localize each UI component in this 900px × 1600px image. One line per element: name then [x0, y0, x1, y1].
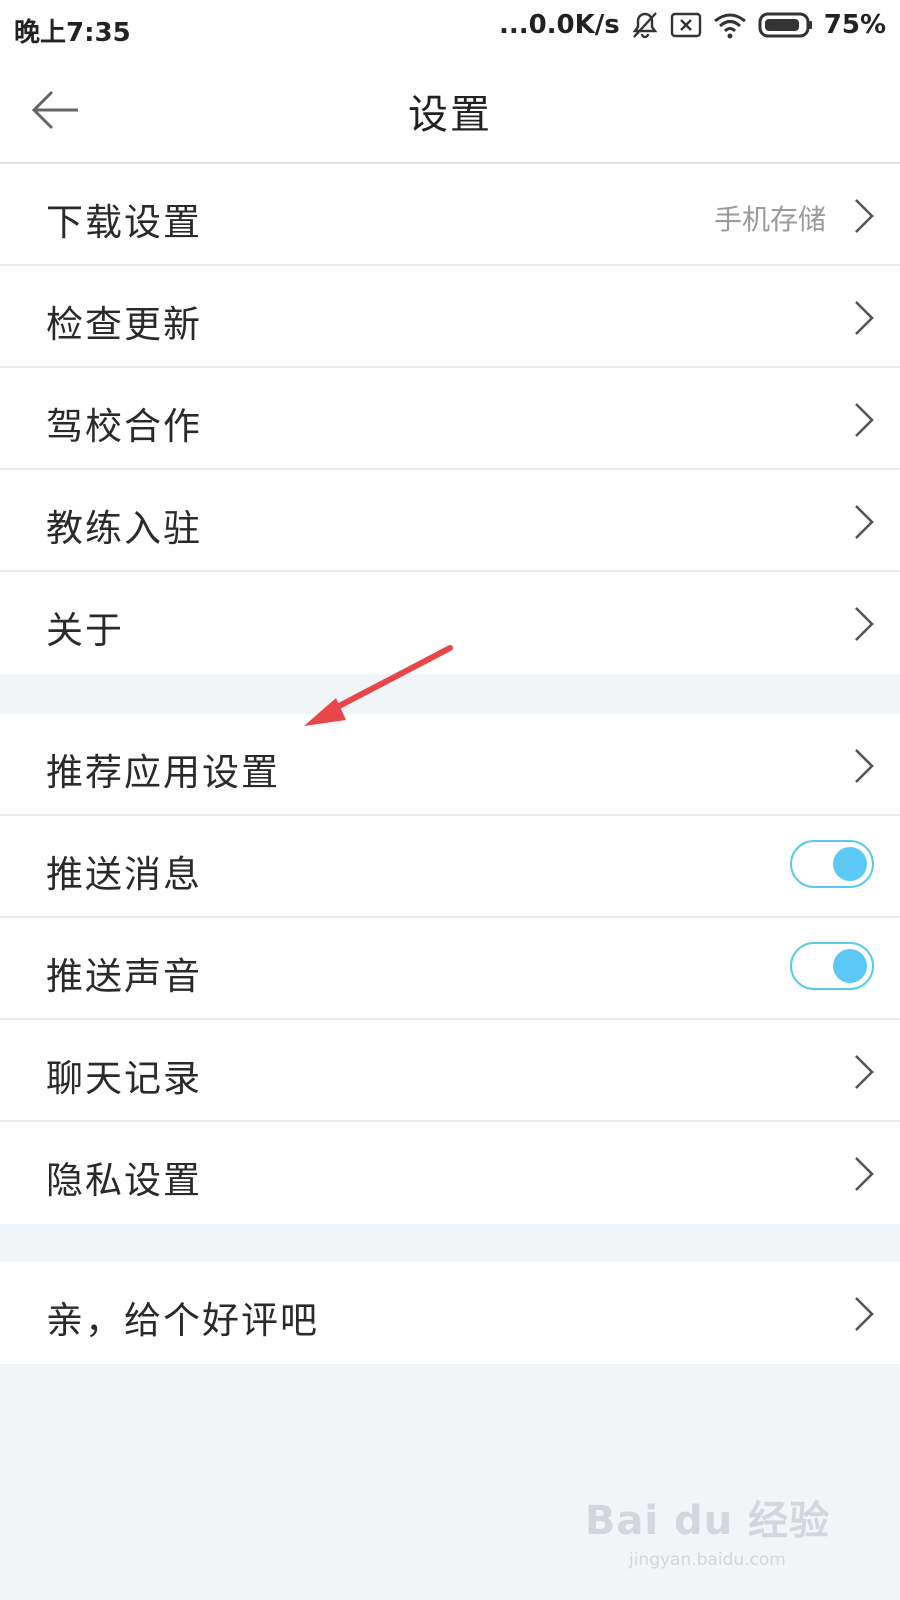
chevron-right-icon	[855, 607, 874, 641]
page-title: 设置	[408, 92, 492, 138]
settings-row-school-cooperation[interactable]: 驾校合作	[0, 368, 900, 470]
status-time: 晚上7:35	[14, 18, 131, 48]
settings-group-notifications: 推荐应用设置 推送消息 推送声音 聊天记录 隐私设置	[0, 714, 900, 1224]
status-icons: ...0.0K/s 75%	[499, 10, 886, 40]
settings-row-coach-join[interactable]: 教练入驻	[0, 470, 900, 572]
row-label: 关于	[46, 609, 124, 652]
settings-row-rate-app[interactable]: 亲，给个好评吧	[0, 1262, 900, 1364]
row-value: 手机存储	[713, 203, 826, 236]
settings-group-review: 亲，给个好评吧	[0, 1262, 900, 1364]
battery-icon	[758, 11, 814, 39]
toggle-knob	[833, 847, 867, 881]
row-label: 推荐应用设置	[46, 751, 280, 794]
toggle-knob	[833, 949, 867, 983]
app-bar: 设置	[0, 58, 900, 164]
settings-group-general: 下载设置 手机存储 检查更新 驾校合作 教练入驻 关于	[0, 164, 900, 674]
row-label: 隐私设置	[46, 1159, 202, 1202]
settings-row-push-messages: 推送消息	[0, 816, 900, 918]
row-label: 推送消息	[46, 853, 202, 896]
settings-row-check-update[interactable]: 检查更新	[0, 266, 900, 368]
status-bar: 晚上7:35 ...0.0K/s 75%	[0, 0, 900, 58]
row-label: 聊天记录	[46, 1057, 202, 1100]
battery-percent: 75%	[823, 10, 886, 40]
mute-bell-icon	[630, 10, 660, 40]
chevron-right-icon	[855, 301, 874, 335]
row-label: 检查更新	[46, 303, 202, 346]
chevron-right-icon	[855, 1055, 874, 1089]
watermark-logo: Bai du 经验	[584, 1498, 830, 1544]
chevron-right-icon	[855, 749, 874, 783]
chevron-right-icon	[855, 199, 874, 233]
row-label: 下载设置	[46, 201, 202, 244]
settings-row-privacy[interactable]: 隐私设置	[0, 1122, 900, 1224]
row-label: 推送声音	[46, 955, 202, 998]
settings-row-push-sound: 推送声音	[0, 918, 900, 1020]
row-label: 驾校合作	[46, 405, 202, 448]
settings-row-chat-history[interactable]: 聊天记录	[0, 1020, 900, 1122]
chevron-right-icon	[855, 1297, 874, 1331]
network-speed: ...0.0K/s	[498, 10, 620, 40]
settings-row-download[interactable]: 下载设置 手机存储	[0, 164, 900, 266]
baidu-watermark: Bai du 经验 jingyan.baidu.com	[585, 1488, 830, 1570]
chevron-right-icon	[855, 505, 874, 539]
row-label: 教练入驻	[46, 507, 202, 550]
chevron-right-icon	[855, 1157, 874, 1191]
wifi-icon	[712, 11, 748, 39]
settings-screen: 晚上7:35 ...0.0K/s 75% 设置 下载设置 手机存储 检查更新 驾…	[0, 0, 900, 1600]
push-messages-toggle[interactable]	[790, 840, 874, 888]
push-sound-toggle[interactable]	[790, 942, 874, 990]
row-label: 亲，给个好评吧	[46, 1299, 319, 1342]
chevron-right-icon	[855, 403, 874, 437]
red-arrow-icon	[304, 645, 453, 726]
watermark-url: jingyan.baidu.com	[628, 1550, 786, 1570]
sim-x-icon	[670, 12, 702, 38]
